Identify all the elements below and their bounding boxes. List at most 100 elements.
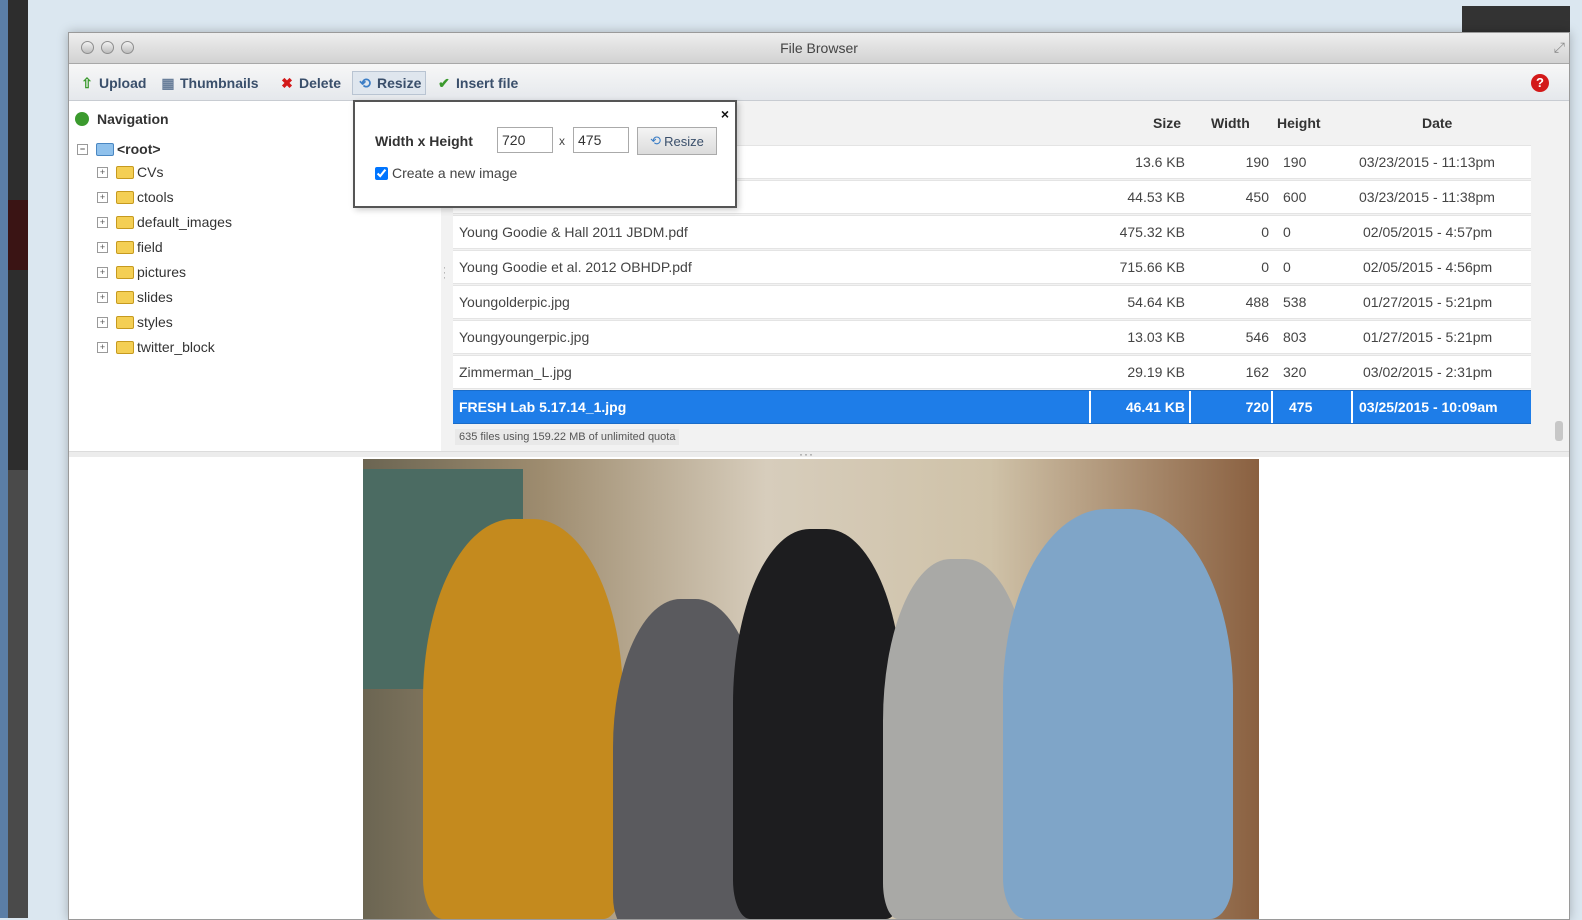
column-header-size[interactable]: Size	[1153, 115, 1181, 131]
file-width: 546	[1245, 329, 1269, 345]
tree-item-default-images[interactable]: + default_images	[97, 214, 232, 230]
resize-label: Resize	[377, 75, 422, 91]
tree-item-pictures[interactable]: + pictures	[97, 264, 186, 280]
table-row[interactable]: Young Goodie et al. 2012 OBHDP.pdf 715.6…	[453, 250, 1531, 284]
expand-icon[interactable]: +	[97, 241, 108, 253]
table-row-selected[interactable]: FRESH Lab 5.17.14_1.jpg 46.41 KB 720 475…	[453, 390, 1531, 424]
folder-icon	[116, 315, 134, 329]
expand-icon[interactable]: +	[97, 341, 108, 353]
person	[733, 529, 903, 919]
resize-dialog: × Width x Height x ⟲ Resize Create a new…	[353, 100, 737, 208]
folder-icon	[116, 340, 134, 354]
expand-icon[interactable]: +	[97, 291, 108, 303]
file-width: 0	[1261, 224, 1269, 240]
file-browser-window: File Browser ⤢ ⇧ Upload ▦ Thumbnails ✖ D…	[68, 32, 1570, 920]
file-size: 475.32 KB	[1119, 224, 1185, 240]
folder-icon	[116, 190, 134, 204]
width-input[interactable]	[497, 127, 553, 153]
file-name: Young Goodie et al. 2012 OBHDP.pdf	[459, 259, 692, 275]
table-row[interactable]: Zimmerman_L.jpg 29.19 KB 162 320 03/02/2…	[453, 355, 1531, 389]
resize-button[interactable]: ⟲ Resize	[352, 71, 427, 95]
file-size: 29.19 KB	[1127, 364, 1185, 380]
create-new-image-label: Create a new image	[392, 165, 518, 181]
folder-icon	[96, 142, 114, 156]
delete-icon: ✖	[281, 74, 293, 91]
background-window-corner	[1462, 6, 1570, 34]
insert-file-button[interactable]: ✔ Insert file	[436, 74, 518, 92]
help-icon[interactable]: ?	[1531, 74, 1549, 92]
upload-button[interactable]: ⇧ Upload	[79, 74, 146, 92]
tree-item-label: twitter_block	[137, 339, 215, 355]
column-header-width[interactable]: Width	[1211, 115, 1250, 131]
folder-icon	[116, 240, 134, 254]
column-divider	[1271, 391, 1273, 423]
collapse-icon[interactable]: −	[77, 143, 88, 155]
file-width: 450	[1245, 189, 1269, 205]
times-label: x	[559, 134, 565, 148]
table-row[interactable]: Young Goodie & Hall 2011 JBDM.pdf 475.32…	[453, 215, 1531, 249]
thumbnails-button[interactable]: ▦ Thumbnails	[160, 74, 258, 92]
folder-icon	[116, 165, 134, 179]
file-name: Youngyoungerpic.jpg	[459, 329, 590, 345]
resize-icon: ⟲	[650, 133, 662, 148]
file-width: 162	[1245, 364, 1269, 380]
window-title: File Browser	[780, 40, 858, 56]
table-row[interactable]: Youngyoungerpic.jpg 13.03 KB 546 803 01/…	[453, 320, 1531, 354]
file-date: 03/23/2015 - 11:13pm	[1359, 154, 1495, 170]
expand-icon[interactable]: +	[97, 216, 108, 228]
tree-item-label: slides	[137, 289, 173, 305]
upload-icon: ⇧	[81, 74, 93, 91]
resize-icon: ⟲	[359, 74, 371, 91]
upload-label: Upload	[99, 75, 147, 91]
tree-item-cvs[interactable]: + CVs	[97, 164, 163, 180]
file-size: 13.03 KB	[1127, 329, 1185, 345]
delete-button[interactable]: ✖ Delete	[279, 74, 341, 92]
file-width: 720	[1245, 399, 1269, 415]
resize-submit-button[interactable]: ⟲ Resize	[637, 127, 717, 155]
expand-icon[interactable]: +	[97, 316, 108, 328]
preview-photo	[363, 459, 1259, 919]
file-size: 54.64 KB	[1127, 294, 1185, 310]
file-width: 0	[1261, 259, 1269, 275]
tree-item-field[interactable]: + field	[97, 239, 163, 255]
tree-item-styles[interactable]: + styles	[97, 314, 173, 330]
tree-item-label: ctools	[137, 189, 174, 205]
column-header-date[interactable]: Date	[1422, 115, 1452, 131]
tree-item-label: styles	[137, 314, 173, 330]
column-header-height[interactable]: Height	[1277, 115, 1321, 131]
tree-item-ctools[interactable]: + ctools	[97, 189, 174, 205]
folder-icon	[116, 290, 134, 304]
tree-item-twitter-block[interactable]: + twitter_block	[97, 339, 215, 355]
title-bar[interactable]: File Browser ⤢	[69, 33, 1569, 64]
delete-label: Delete	[299, 75, 342, 91]
expand-icon[interactable]: +	[97, 166, 108, 178]
file-date: 03/02/2015 - 2:31pm	[1363, 364, 1493, 380]
tree-item-root[interactable]: − <root>	[77, 141, 161, 157]
file-date: 03/25/2015 - 10:09am	[1359, 399, 1498, 415]
height-input[interactable]	[573, 127, 629, 153]
tree-icon	[75, 112, 89, 126]
file-height: 0	[1283, 224, 1291, 240]
tree-item-label: <root>	[117, 141, 161, 157]
toolbar: ⇧ Upload ▦ Thumbnails ✖ Delete ⟲ Resize …	[69, 64, 1569, 101]
scrollbar-thumb[interactable]	[1555, 421, 1563, 441]
close-icon[interactable]: ×	[721, 106, 729, 122]
file-date: 01/27/2015 - 5:21pm	[1363, 329, 1493, 345]
create-new-image-checkbox[interactable]	[375, 166, 388, 180]
file-name: Young Goodie & Hall 2011 JBDM.pdf	[459, 224, 688, 240]
dimension-label: Width x Height	[375, 133, 473, 149]
file-height: 320	[1283, 364, 1307, 380]
folder-icon	[116, 265, 134, 279]
table-row[interactable]: Youngolderpic.jpg 54.64 KB 488 538 01/27…	[453, 285, 1531, 319]
create-new-image-option[interactable]: Create a new image	[375, 165, 517, 181]
tree-item-slides[interactable]: + slides	[97, 289, 173, 305]
expand-icon[interactable]: +	[97, 266, 108, 278]
navigation-header: Navigation	[75, 111, 169, 127]
column-divider	[1089, 391, 1091, 423]
fullscreen-icon[interactable]: ⤢	[1554, 39, 1565, 56]
expand-icon[interactable]: +	[97, 191, 108, 203]
insert-file-label: Insert file	[456, 75, 519, 91]
file-size: 13.6 KB	[1135, 154, 1185, 170]
file-date: 01/27/2015 - 5:21pm	[1363, 294, 1493, 310]
image-preview-panel	[69, 457, 1569, 919]
